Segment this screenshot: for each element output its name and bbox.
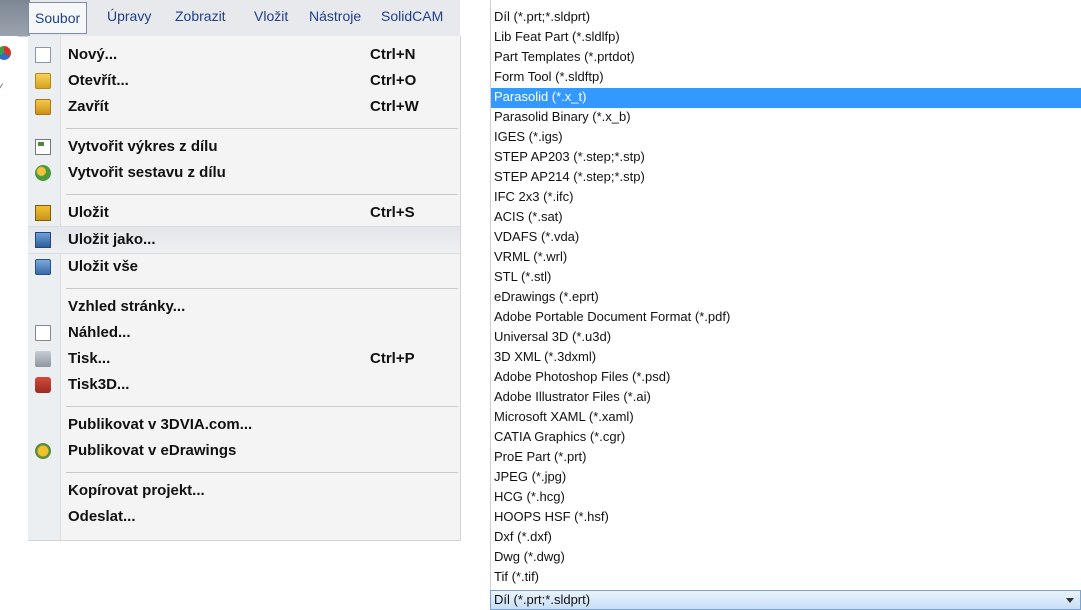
menu-item-label: Vzhled stránky...	[68, 298, 186, 315]
menu-item-save-as[interactable]: Uložit jako...	[28, 226, 460, 254]
menu-item-label: Zavřít	[68, 98, 109, 115]
menu-item-shortcut: Ctrl+W	[370, 98, 419, 115]
menu-bar: Soubor Úpravy Zobrazit Vložit Nástroje S…	[0, 0, 460, 37]
menu-separator	[66, 288, 458, 289]
file-type-option[interactable]: Microsoft XAML (*.xaml)	[491, 408, 1081, 428]
menu-item-open[interactable]: Otevřít... Ctrl+O	[28, 68, 460, 94]
drawing-icon	[35, 139, 51, 155]
file-type-combobox[interactable]: Díl (*.prt;*.sldprt)	[490, 590, 1081, 610]
menu-item-label: Uložit jako...	[68, 231, 156, 248]
save-all-icon	[35, 259, 51, 275]
menu-item-shortcut: Ctrl+N	[370, 46, 416, 63]
menu-separator	[66, 128, 458, 129]
menu-item-label: Publikovat v eDrawings	[68, 442, 237, 459]
file-type-option[interactable]: STEP AP214 (*.step;*.stp)	[491, 168, 1081, 188]
dropdown-arrow-icon[interactable]	[1066, 598, 1074, 603]
file-type-option[interactable]: VRML (*.wrl)	[491, 248, 1081, 268]
menu-item-label: Nový...	[68, 46, 118, 63]
menu-item-page-setup[interactable]: Vzhled stránky...	[28, 294, 460, 320]
menu-item-shortcut: Ctrl+P	[370, 350, 415, 367]
open-folder-icon	[35, 73, 51, 89]
file-type-option[interactable]: VDAFS (*.vda)	[491, 228, 1081, 248]
file-type-option[interactable]: Dwg (*.dwg)	[491, 548, 1081, 568]
file-type-option[interactable]: IFC 2x3 (*.ifc)	[491, 188, 1081, 208]
file-type-option[interactable]: Díl (*.prt;*.sldprt)	[491, 8, 1081, 28]
menu-item-print3d[interactable]: Tisk3D...	[28, 372, 460, 398]
menu-upravy[interactable]: Úpravy	[107, 8, 151, 24]
file-type-option-selected[interactable]: Parasolid (*.x_t)	[491, 88, 1081, 108]
left-toolbar-strip: ⁄	[0, 36, 18, 126]
menu-item-close[interactable]: Zavřít Ctrl+W	[28, 94, 460, 120]
menu-item-send[interactable]: Odeslat...	[28, 504, 460, 530]
file-type-option[interactable]: STEP AP203 (*.step;*.stp)	[491, 148, 1081, 168]
file-type-option[interactable]: Adobe Portable Document Format (*.pdf)	[491, 308, 1081, 328]
menu-item-print[interactable]: Tisk... Ctrl+P	[28, 346, 460, 372]
menu-item-label: Tisk...	[68, 350, 111, 367]
menu-item-preview[interactable]: Náhled...	[28, 320, 460, 346]
file-type-option[interactable]: HCG (*.hcg)	[491, 488, 1081, 508]
menu-item-save-all[interactable]: Uložit vše	[28, 254, 460, 280]
menu-item-label: Vytvořit sestavu z dílu	[68, 164, 226, 181]
menu-item-publish-3dvia[interactable]: Publikovat v 3DVIA.com...	[28, 412, 460, 438]
save-as-icon	[35, 232, 51, 248]
menu-zobrazit[interactable]: Zobrazit	[175, 8, 226, 24]
print3d-icon	[35, 377, 51, 393]
file-type-option[interactable]: ProE Part (*.prt)	[491, 448, 1081, 468]
file-type-option[interactable]: IGES (*.igs)	[491, 128, 1081, 148]
file-type-option[interactable]: Adobe Illustrator Files (*.ai)	[491, 388, 1081, 408]
file-type-option[interactable]: Part Templates (*.prtdot)	[491, 48, 1081, 68]
new-document-icon	[35, 47, 51, 63]
menu-item-label: Odeslat...	[68, 508, 136, 525]
preview-icon	[35, 325, 51, 341]
close-folder-icon	[35, 99, 51, 115]
edrawings-icon	[35, 443, 51, 459]
file-type-option[interactable]: JPEG (*.jpg)	[491, 468, 1081, 488]
file-type-option[interactable]: CATIA Graphics (*.cgr)	[491, 428, 1081, 448]
file-type-option[interactable]: Parasolid Binary (*.x_b)	[491, 108, 1081, 128]
menu-item-publish-edrawings[interactable]: Publikovat v eDrawings	[28, 438, 460, 464]
file-type-option[interactable]: STL (*.stl)	[491, 268, 1081, 288]
file-type-combobox-value: Díl (*.prt;*.sldprt)	[494, 592, 591, 607]
menu-item-label: Otevřít...	[68, 72, 129, 89]
file-type-option[interactable]: Form Tool (*.sldftp)	[491, 68, 1081, 88]
menubar-edge	[0, 0, 30, 36]
menu-item-make-drawing[interactable]: Vytvořit výkres z dílu	[28, 134, 460, 160]
file-type-list: Díl (*.prt;*.sldprt) Lib Feat Part (*.sl…	[490, 0, 1081, 610]
menu-separator	[66, 472, 458, 473]
file-type-option[interactable]: Lib Feat Part (*.sldlfp)	[491, 28, 1081, 48]
solidworks-logo-icon	[0, 46, 11, 60]
menu-item-shortcut: Ctrl+S	[370, 204, 415, 221]
menu-vlozit[interactable]: Vložit	[254, 8, 288, 24]
menu-item-label: Uložit	[68, 204, 109, 221]
save-icon	[35, 205, 51, 221]
menu-item-shortcut: Ctrl+O	[370, 72, 417, 89]
file-type-option[interactable]: HOOPS HSF (*.hsf)	[491, 508, 1081, 528]
menu-item-save[interactable]: Uložit Ctrl+S	[28, 200, 460, 226]
file-type-option[interactable]: ACIS (*.sat)	[491, 208, 1081, 228]
menu-item-label: Vytvořit výkres z dílu	[68, 138, 218, 155]
file-type-option[interactable]: Adobe Photoshop Files (*.psd)	[491, 368, 1081, 388]
menu-separator	[66, 194, 458, 195]
menu-item-make-assembly[interactable]: Vytvořit sestavu z dílu	[28, 160, 460, 186]
menu-solidcam[interactable]: SolidCAM	[381, 8, 443, 24]
file-type-option[interactable]: Universal 3D (*.u3d)	[491, 328, 1081, 348]
menu-separator	[66, 406, 458, 407]
menu-soubor[interactable]: Soubor	[28, 2, 88, 34]
file-type-option[interactable]: Tif (*.tif)	[491, 568, 1081, 588]
menu-item-label: Uložit vše	[68, 258, 139, 275]
menu-nastroje[interactable]: Nástroje	[309, 8, 361, 24]
file-menu: Nový... Ctrl+N Otevřít... Ctrl+O Zavřít …	[28, 36, 461, 541]
menu-item-label: Náhled...	[68, 324, 131, 341]
menu-item-new[interactable]: Nový... Ctrl+N	[28, 42, 460, 68]
sketch-icon: ⁄	[0, 80, 2, 96]
menu-item-label: Publikovat v 3DVIA.com...	[68, 416, 253, 433]
file-type-option[interactable]: Dxf (*.dxf)	[491, 528, 1081, 548]
menu-item-label: Tisk3D...	[68, 376, 130, 393]
menu-item-label: Kopírovat projekt...	[68, 482, 205, 499]
file-type-option[interactable]: 3D XML (*.3dxml)	[491, 348, 1081, 368]
menu-item-pack-and-go[interactable]: Kopírovat projekt...	[28, 478, 460, 504]
assembly-icon	[35, 165, 51, 181]
print-icon	[35, 351, 51, 367]
file-type-option[interactable]: eDrawings (*.eprt)	[491, 288, 1081, 308]
